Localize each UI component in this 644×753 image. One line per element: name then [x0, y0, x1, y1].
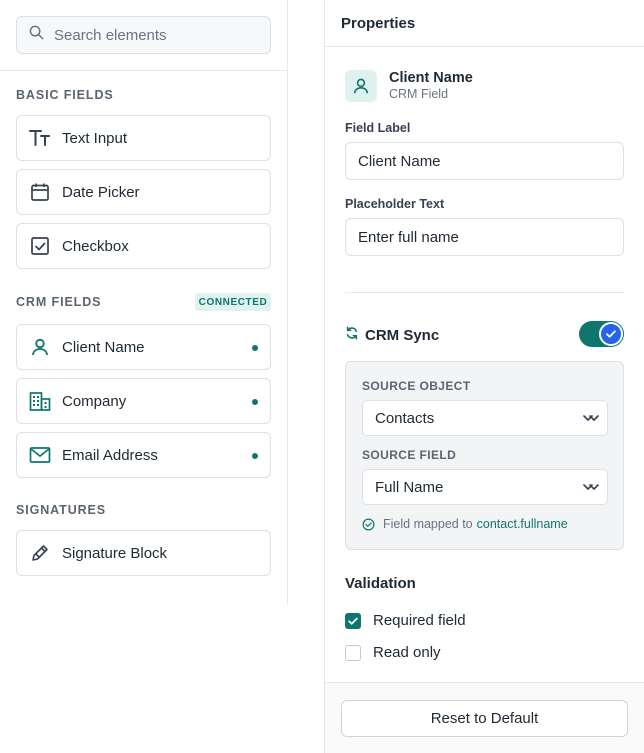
- palette-item-company[interactable]: Company: [16, 378, 271, 424]
- connected-indicator: [252, 399, 258, 405]
- check-circle-icon: [362, 518, 375, 531]
- checkbox-unchecked[interactable]: [345, 644, 361, 661]
- source-field-value: Full Name: [375, 478, 444, 496]
- field-label-input[interactable]: [345, 142, 624, 180]
- text-type-icon: [29, 127, 51, 149]
- mapping-target-link[interactable]: contact.fullname: [477, 517, 568, 531]
- chevron-down-icon: [583, 411, 599, 429]
- source-field-select[interactable]: Full Name: [362, 469, 608, 505]
- mapping-text: Field mapped to: [383, 517, 473, 531]
- palette-item-label: Date Picker: [62, 183, 140, 201]
- reset-to-default-button[interactable]: Reset to Default: [341, 700, 628, 737]
- search-input[interactable]: [54, 26, 254, 44]
- chevron-down-icon: [583, 480, 599, 498]
- read-only-label: Read only: [373, 644, 441, 661]
- placeholder-text-label: Placeholder Text: [345, 197, 445, 211]
- calendar-icon: [29, 181, 51, 203]
- crm-sync-header: CRM Sync: [345, 321, 624, 348]
- selected-field-summary: Client Name CRM Field: [345, 69, 625, 103]
- palette-item-label: Signature Block: [62, 544, 168, 562]
- user-icon: [345, 70, 377, 102]
- properties-panel: Properties Client Name CRM Field Field L…: [324, 0, 644, 753]
- palette-item-label: Email Address: [62, 446, 158, 464]
- palette-item-signature-block[interactable]: Signature Block: [16, 530, 271, 576]
- field-name: Client Name: [389, 70, 473, 86]
- search-icon: [29, 25, 44, 45]
- source-object-select[interactable]: Contacts: [362, 400, 608, 436]
- palette-item-label: Checkbox: [62, 237, 129, 255]
- source-field-label: SOURCE FIELD: [362, 448, 457, 462]
- toggle-knob: [599, 322, 623, 346]
- palette-item-label: Text Input: [62, 129, 128, 147]
- palette-item-client-name[interactable]: Client Name: [16, 324, 271, 370]
- building-icon: [29, 390, 51, 412]
- panel-footer: Reset to Default: [325, 682, 644, 753]
- palette-item-checkbox[interactable]: Checkbox: [16, 223, 271, 269]
- palette-item-date-picker[interactable]: Date Picker: [16, 169, 271, 215]
- palette-item-text-input[interactable]: Text Input: [16, 115, 271, 161]
- source-object-value: Contacts: [375, 409, 435, 427]
- panel-title: Properties: [325, 0, 644, 47]
- checkbox-checked[interactable]: [345, 612, 361, 629]
- palette-item-label: Client Name: [62, 338, 145, 356]
- search-box[interactable]: [16, 16, 271, 54]
- element-palette: BASIC FIELDS Text Input Date Picker Chec…: [0, 0, 288, 605]
- source-object-label: SOURCE OBJECT: [362, 379, 471, 393]
- palette-item-email-address[interactable]: Email Address: [16, 432, 271, 478]
- section-title-signatures: SIGNATURES: [16, 503, 107, 517]
- pen-icon: [29, 542, 51, 564]
- mail-icon: [29, 444, 51, 466]
- user-icon: [29, 336, 51, 358]
- crm-sync-title: CRM Sync: [365, 326, 440, 344]
- divider: [0, 70, 287, 71]
- required-field-option[interactable]: Required field: [345, 612, 466, 629]
- crm-sync-toggle[interactable]: [579, 321, 624, 347]
- section-title-basic-fields: BASIC FIELDS: [16, 88, 114, 102]
- section-title-crm-fields: CRM FIELDS: [16, 295, 102, 309]
- mapping-status: Field mapped to contact.fullname: [362, 517, 568, 531]
- divider: [345, 292, 624, 293]
- field-type: CRM Field: [389, 87, 449, 101]
- required-field-label: Required field: [373, 612, 466, 629]
- connected-indicator: [252, 453, 258, 459]
- sync-icon: [345, 326, 359, 345]
- connected-indicator: [252, 345, 258, 351]
- read-only-option[interactable]: Read only: [345, 644, 441, 661]
- crm-sync-settings: SOURCE OBJECT Contacts SOURCE FIELD Full…: [345, 361, 624, 550]
- placeholder-text-input[interactable]: [345, 218, 624, 256]
- palette-item-label: Company: [62, 392, 127, 410]
- validation-title: Validation: [345, 575, 416, 592]
- checkbox-icon: [29, 235, 51, 257]
- field-label-label: Field Label: [345, 121, 411, 135]
- connected-badge: CONNECTED: [195, 293, 271, 311]
